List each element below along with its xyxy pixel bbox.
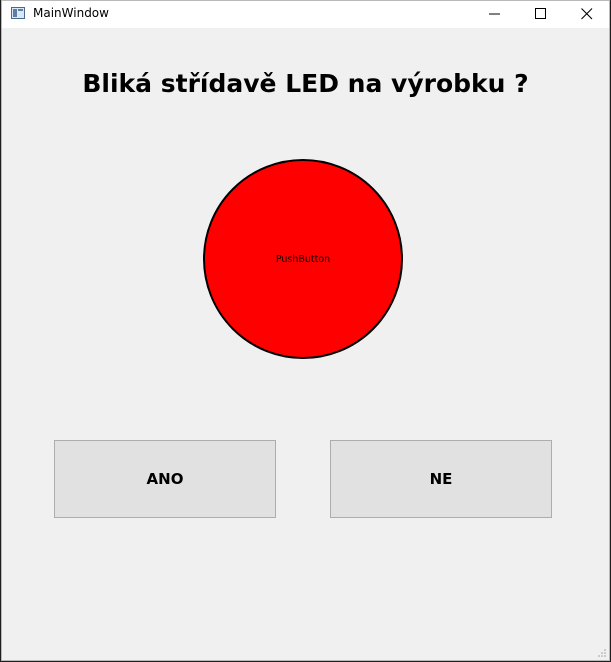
no-button-label: NE bbox=[429, 470, 453, 488]
minimize-button[interactable] bbox=[472, 1, 518, 28]
window-title: MainWindow bbox=[33, 6, 109, 20]
yes-button[interactable]: ANO bbox=[54, 440, 276, 518]
no-button[interactable]: NE bbox=[330, 440, 552, 518]
yes-button-label: ANO bbox=[146, 470, 184, 488]
question-heading: Bliká střídavě LED na výrobku ? bbox=[82, 69, 529, 98]
resize-grip-icon[interactable] bbox=[597, 648, 607, 658]
led-indicator-label: PushButton bbox=[275, 253, 331, 265]
app-window-icon bbox=[11, 7, 25, 19]
led-indicator-button[interactable]: PushButton bbox=[203, 159, 403, 359]
close-button[interactable] bbox=[564, 1, 610, 28]
main-window: MainWindow Bliká střídavě LED na výrobku… bbox=[1, 0, 610, 661]
maximize-icon bbox=[535, 8, 546, 19]
minimize-icon bbox=[489, 13, 500, 15]
title-bar[interactable]: MainWindow bbox=[2, 1, 609, 28]
maximize-button[interactable] bbox=[518, 1, 564, 28]
close-icon bbox=[581, 8, 593, 20]
